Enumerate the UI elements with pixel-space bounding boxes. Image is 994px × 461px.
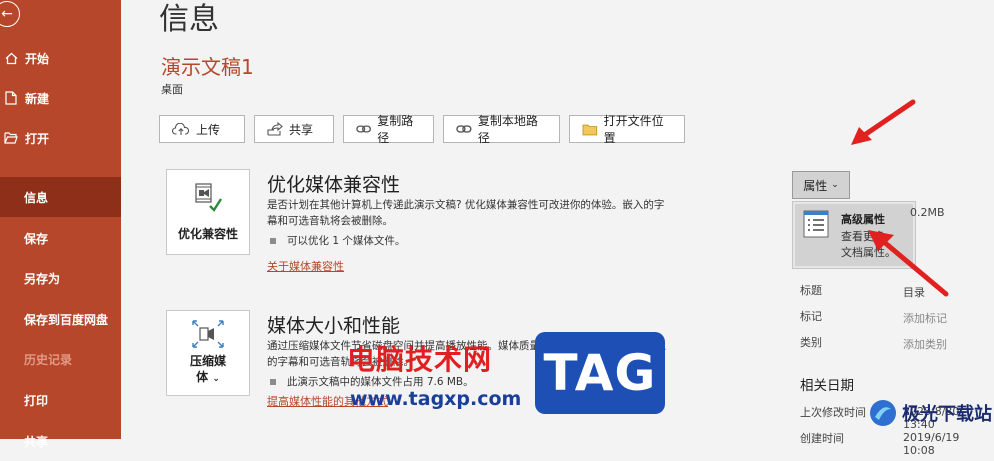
properties-list-icon <box>803 210 829 238</box>
corner-watermark-logo: 极光下载站 <box>864 387 994 439</box>
about-media-compatibility-link[interactable]: 关于媒体兼容性 <box>267 258 344 274</box>
compress-media-tile[interactable]: 压缩媒 体 ⌄ <box>166 310 250 396</box>
sidebar-item-save-baidu[interactable]: 保存到百度网盘 <box>0 299 121 339</box>
optimize-description: 是否计划在其他计算机上传递此演示文稿? 优化媒体兼容性可改进你的体验。嵌入的字 … <box>267 197 727 229</box>
optimize-compatibility-tile[interactable]: 优化兼容性 <box>166 169 250 255</box>
share-icon <box>267 122 283 136</box>
compress-tile-label-line2: 体 ⌄ <box>190 369 226 387</box>
last-modified-label: 上次修改时间 <box>800 406 866 419</box>
sidebar-item-label: 保存 <box>24 231 49 246</box>
sidebar-item-label: 打印 <box>24 393 49 408</box>
open-file-location-label: 打开文件位置 <box>603 114 664 145</box>
corner-watermark-text: 极光下载站 <box>902 404 992 425</box>
sidebar-item-history: 历史记录 <box>0 339 121 379</box>
sidebar-item-label: 打开 <box>25 131 50 146</box>
bullet-square-icon <box>270 378 276 385</box>
sidebar-item-home[interactable]: 开始 <box>0 38 121 78</box>
add-tags-field[interactable]: 添加标记 <box>903 310 947 326</box>
sidebar-item-label: 开始 <box>25 51 50 66</box>
optimize-bullet: 可以优化 1 个媒体文件。 <box>267 233 405 248</box>
folder-icon <box>582 124 598 135</box>
optimize-tile-label: 优化兼容性 <box>177 227 238 241</box>
cloud-upload-icon <box>172 122 190 135</box>
link-icon <box>356 125 371 133</box>
sidebar-item-label: 共享 <box>24 434 49 449</box>
chevron-down-icon: ⌄ <box>212 374 220 384</box>
share-label: 共享 <box>289 122 314 137</box>
document-location: 桌面 <box>161 83 183 96</box>
prop-label-category: 类别 <box>800 336 822 349</box>
page-title: 信息 <box>159 2 219 37</box>
sidebar-item-label: 保存到百度网盘 <box>24 312 109 327</box>
share-button[interactable]: 共享 <box>254 115 334 143</box>
new-file-icon <box>4 91 18 105</box>
prop-label-tags: 标记 <box>800 310 822 323</box>
annotation-arrow-icon <box>851 99 916 145</box>
chevron-down-icon: ⌄ <box>831 180 839 190</box>
toolbar: 上传 共享 复制路径 复制本地路径 打开文件位置 <box>159 114 694 145</box>
upload-button[interactable]: 上传 <box>159 115 245 143</box>
sidebar-item-label: 信息 <box>24 190 49 205</box>
sidebar-item-share[interactable]: 共享 <box>0 421 121 461</box>
optimize-bullet-text: 可以优化 1 个媒体文件。 <box>287 235 406 247</box>
copy-local-path-label: 复制本地路径 <box>477 114 538 145</box>
annotation-arrow-icon <box>868 230 949 297</box>
sidebar-item-save[interactable]: 保存 <box>0 218 121 258</box>
sidebar: ← 开始 新建 打开 信息 保存 另存为 保存到百度网盘 历史记录 打印 共享 <box>0 0 121 449</box>
home-icon <box>4 51 18 65</box>
sidebar-item-print[interactable]: 打印 <box>0 380 121 420</box>
link-icon <box>456 125 472 133</box>
open-file-location-button[interactable]: 打开文件位置 <box>569 114 685 145</box>
copy-local-path-button[interactable]: 复制本地路径 <box>443 114 560 145</box>
file-size-value: 0.2MB <box>910 206 945 219</box>
compress-tile-label-line2-text: 体 <box>196 370 209 384</box>
sidebar-item-new[interactable]: 新建 <box>0 78 121 118</box>
upload-label: 上传 <box>196 122 221 137</box>
sidebar-item-label: 另存为 <box>24 271 61 286</box>
prop-label-title: 标题 <box>800 284 822 297</box>
compress-tile-label-line1: 压缩媒 <box>189 354 226 368</box>
watermark-tag-text: TAG <box>543 344 657 402</box>
copy-path-label: 复制路径 <box>377 114 414 145</box>
bullet-square-icon <box>270 237 276 244</box>
sidebar-item-open[interactable]: 打开 <box>0 118 121 158</box>
optimize-section-title: 优化媒体兼容性 <box>267 174 401 196</box>
created-label: 创建时间 <box>800 432 844 445</box>
watermark-url: www.tagxp.com <box>350 388 522 410</box>
compress-section-title: 媒体大小和性能 <box>267 315 401 337</box>
open-folder-icon <box>4 131 18 145</box>
properties-dropdown-button[interactable]: 属性 ⌄ <box>792 171 850 199</box>
related-dates-heading: 相关日期 <box>800 378 854 394</box>
sidebar-item-label: 新建 <box>25 91 50 106</box>
sidebar-item-info[interactable]: 信息 <box>0 177 121 217</box>
document-name: 演示文稿1 <box>161 55 254 79</box>
watermark-text: 电脑技术网 <box>347 343 493 376</box>
add-category-field[interactable]: 添加类别 <box>903 336 947 352</box>
copy-path-button[interactable]: 复制路径 <box>343 114 434 145</box>
compress-tile-label: 压缩媒 体 ⌄ <box>190 353 226 387</box>
advanced-properties-title: 高级属性 <box>841 213 885 226</box>
sidebar-item-save-as[interactable]: 另存为 <box>0 258 121 298</box>
sidebar-item-label: 历史记录 <box>24 352 73 367</box>
aurora-logo-icon <box>870 400 896 426</box>
compress-media-icon <box>192 320 224 348</box>
media-optimize-icon <box>195 183 223 212</box>
watermark-tag-logo: TAG <box>535 332 665 414</box>
optimize-description-line2: 幕和可选音轨将会被删除。 <box>267 215 393 227</box>
optimize-description-line1: 是否计划在其他计算机上传递此演示文稿? 优化媒体兼容性可改进你的体验。嵌入的字 <box>267 199 665 211</box>
properties-label: 属性 <box>803 178 828 193</box>
back-arrow-icon[interactable]: ← <box>0 1 20 27</box>
